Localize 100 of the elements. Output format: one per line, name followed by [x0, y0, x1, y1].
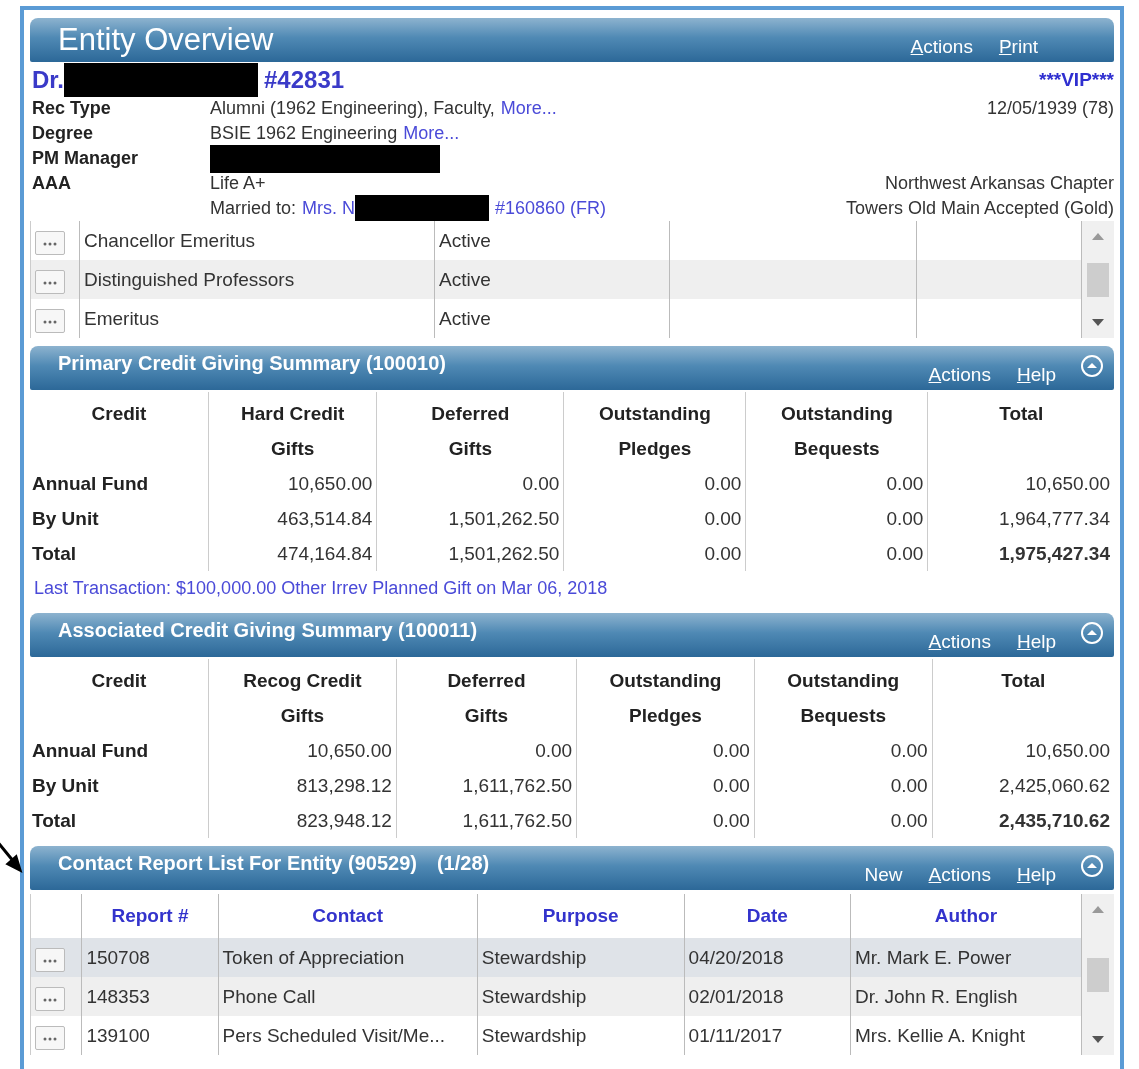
table-cell: Dr. John R. English [855, 985, 1018, 1007]
section-title: Primary Credit Giving Summary (100010) [58, 352, 446, 375]
amount-cell: 10,650.00 [287, 472, 373, 494]
more-button[interactable] [35, 986, 65, 1011]
more-link[interactable]: More... [500, 98, 557, 119]
amount-cell: 474,164.84 [277, 542, 373, 564]
table-cell: 01/11/2017 [688, 1024, 783, 1046]
bar-link[interactable]: Actions [928, 864, 991, 886]
field-label: AAA [32, 173, 72, 194]
column-header: Total [999, 403, 1044, 424]
birth-date: 12/05/1939 (78) [986, 98, 1114, 119]
amount-cell: 0.00 [890, 739, 928, 761]
table-cell: Mrs. Kellie A. Knight [855, 1024, 1025, 1046]
amount-cell: 0.00 [535, 739, 573, 761]
column-header[interactable]: Report # [111, 905, 189, 926]
contact-row[interactable]: 139100 Pers Scheduled Visit/Me... Stewardship 01/11/2017 Mrs. Kellie A. Knight [31, 1016, 1082, 1055]
amount-cell: 813,298.12 [296, 774, 392, 796]
table-cell: 148353 [86, 985, 150, 1007]
amount-cell: 2,425,060.62 [999, 774, 1110, 796]
scrollbar[interactable] [1082, 221, 1114, 338]
amount-cell: 0.00 [886, 507, 924, 529]
column-header: Outstanding Pledges [609, 670, 722, 726]
column-header: Credit [91, 403, 147, 424]
bar-link[interactable]: Actions [928, 631, 991, 653]
row-label: Total [32, 809, 76, 831]
amount-cell: 10,650.00 [307, 739, 392, 761]
table-cell: Stewardship [481, 946, 587, 968]
affiliation-name: Chancellor Emeritus [84, 229, 256, 251]
more-link[interactable]: More... [403, 123, 460, 144]
scroll-up-icon[interactable] [1090, 231, 1106, 241]
row-label: Annual Fund [32, 472, 149, 494]
amount-cell: 0.00 [712, 809, 750, 831]
row-label: Annual Fund [32, 739, 149, 761]
bar-link[interactable]: New [864, 864, 903, 886]
column-header[interactable]: Author [934, 905, 998, 926]
amount-cell: 0.00 [886, 472, 924, 494]
table-cell: Phone Call [222, 985, 316, 1007]
column-header: Outstanding Bequests [780, 403, 893, 459]
scroll-down-icon[interactable] [1090, 1035, 1106, 1045]
scroll-up-icon[interactable] [1090, 904, 1106, 914]
amount-cell: 10,650.00 [1025, 472, 1110, 494]
amount-cell: 1,501,262.50 [448, 507, 560, 529]
amount-cell: 0.00 [712, 774, 750, 796]
table-cell: Stewardship [481, 1024, 587, 1046]
column-header[interactable]: Date [746, 905, 788, 926]
scroll-down-icon[interactable] [1090, 318, 1106, 328]
row-label: By Unit [32, 774, 99, 796]
spouse-link[interactable]: Mrs. N [302, 198, 356, 219]
table-cell: Token of Appreciation [222, 946, 405, 968]
scroll-thumb[interactable] [1087, 262, 1109, 297]
affiliation-name: Distinguished Professors [84, 268, 295, 290]
contact-row[interactable]: 150708 Token of Appreciation Stewardship 04/20/2018 Mr. Mark E. Power [31, 938, 1082, 977]
amount-cell: 1,975,427.34 [999, 542, 1110, 564]
scroll-thumb[interactable] [1087, 957, 1109, 992]
column-header[interactable]: Purpose [542, 905, 619, 926]
amount-cell: 1,611,762.50 [462, 809, 573, 831]
field-label: PM Manager [32, 148, 140, 169]
amount-cell: 463,514.84 [277, 507, 373, 529]
award-text: Towers Old Main Accepted (Gold) [845, 198, 1114, 219]
spouse-label: Married to: [210, 198, 297, 219]
amount-cell: 0.00 [522, 472, 560, 494]
entity-prefix: Dr. [32, 66, 64, 94]
bar-link[interactable]: Help [1016, 631, 1056, 653]
collapse-icon[interactable] [1080, 354, 1104, 378]
section-title: Associated Credit Giving Summary (100011) [58, 619, 478, 642]
spouse-id-link[interactable]: #160860 (FR) [495, 198, 607, 219]
contact-row[interactable]: 148353 Phone Call Stewardship 02/01/2018 Dr. John R. English [31, 977, 1082, 1016]
section-title: Entity Overview [58, 22, 274, 58]
affiliation-status: Active [439, 229, 491, 251]
bar-link[interactable]: Help [1016, 364, 1056, 386]
more-button[interactable] [35, 269, 65, 294]
amount-cell: 1,964,777.34 [999, 507, 1110, 529]
column-header: Recog Credit Gifts [243, 670, 362, 726]
column-header[interactable]: Contact [312, 905, 384, 926]
table-cell: 04/20/2018 [688, 946, 784, 968]
bar-link[interactable]: Actions [928, 364, 991, 386]
amount-cell: 823,948.12 [296, 809, 392, 831]
amount-cell: 10,650.00 [1025, 739, 1110, 761]
bar-link[interactable]: Help [1016, 864, 1056, 886]
scrollbar[interactable] [1082, 894, 1114, 1055]
table-cell: 02/01/2018 [688, 985, 784, 1007]
more-button[interactable] [35, 1025, 65, 1050]
bar-link[interactable]: Actions [910, 36, 973, 58]
more-button[interactable] [35, 230, 65, 255]
column-header: Credit [91, 670, 147, 691]
affiliation-status: Active [439, 268, 491, 290]
column-header: Outstanding Bequests [787, 670, 900, 726]
more-button[interactable] [35, 308, 65, 333]
amount-cell: 0.00 [704, 507, 742, 529]
collapse-icon[interactable] [1080, 621, 1104, 645]
chapter-text: Northwest Arkansas Chapter [884, 173, 1114, 194]
amount-cell: 0.00 [704, 472, 742, 494]
affiliation-name: Emeritus [84, 307, 159, 329]
bar-link[interactable]: Print [998, 36, 1038, 58]
more-button[interactable] [35, 947, 65, 972]
column-header: Total [1001, 670, 1046, 691]
table-cell: Stewardship [481, 985, 587, 1007]
field-value: BSIE 1962 Engineering [210, 123, 398, 144]
collapse-icon[interactable] [1080, 854, 1104, 878]
amount-cell: 0.00 [890, 809, 928, 831]
